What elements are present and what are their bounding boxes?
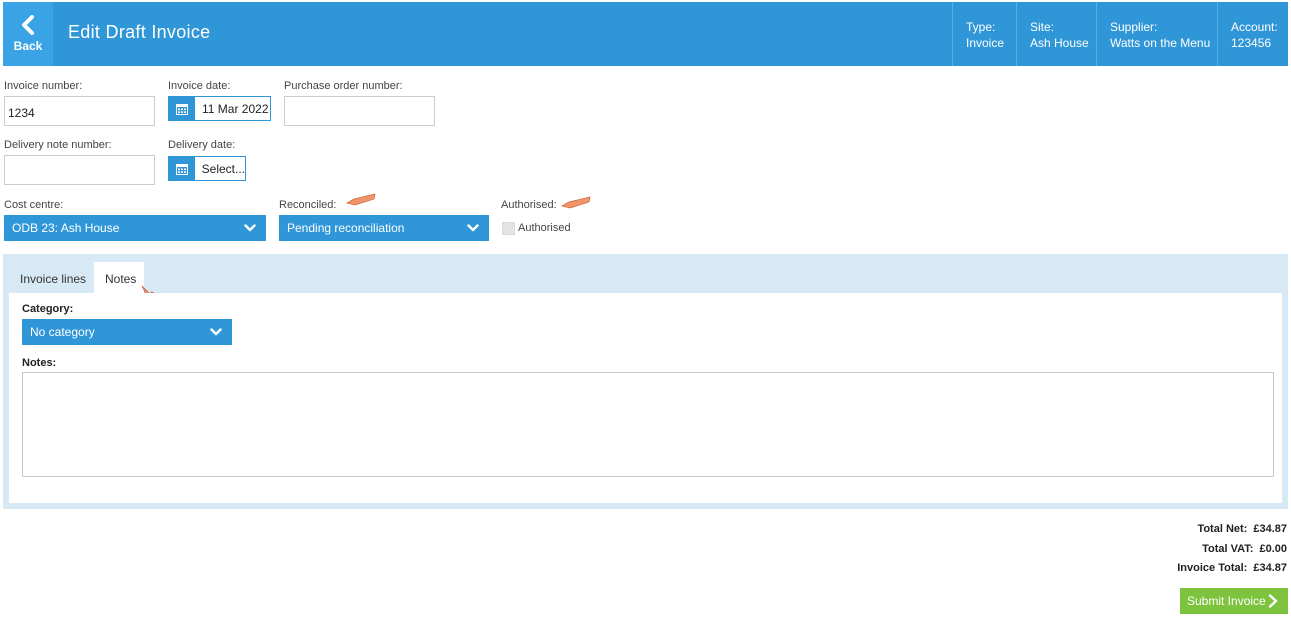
reconciled-select[interactable]: Pending reconciliation	[279, 215, 489, 241]
total-vat-value: £0.00	[1259, 543, 1287, 555]
chevron-down-icon	[244, 224, 256, 232]
info-account-value: 123456	[1231, 36, 1272, 50]
notes-tab-content: Category: No category Notes:	[9, 293, 1282, 503]
chevron-down-icon	[210, 328, 222, 336]
tab-panel: Invoice lines Notes Category: No categor…	[3, 254, 1288, 509]
total-net-label: Total Net:	[1197, 523, 1248, 535]
delivery-date-label: Delivery date:	[168, 139, 236, 151]
annotation-arrow-icon	[346, 193, 376, 206]
info-site-label: Site:	[1030, 20, 1055, 34]
po-number-field[interactable]	[284, 96, 435, 126]
submit-invoice-button[interactable]: Submit Invoice	[1180, 588, 1288, 614]
invoice-number-label: Invoice number:	[4, 80, 83, 92]
category-select[interactable]: No category	[22, 319, 232, 345]
info-site-value: Ash House	[1030, 36, 1089, 50]
invoice-total-value: £34.87	[1253, 562, 1287, 574]
notes-textarea[interactable]	[22, 372, 1274, 477]
authorised-label: Authorised:	[501, 199, 557, 211]
tab-notes[interactable]: Notes	[94, 262, 144, 294]
total-net-value: £34.87	[1253, 523, 1287, 535]
reconciled-label: Reconciled:	[279, 199, 337, 211]
info-supplier-value: Watts on the Menu	[1110, 36, 1211, 50]
total-net-row: Total Net: £34.87	[1197, 523, 1287, 535]
total-vat-label: Total VAT:	[1202, 543, 1254, 555]
info-account: Account: 123456	[1217, 2, 1288, 66]
authorised-checkbox[interactable]	[502, 222, 515, 235]
chevron-right-icon	[1268, 594, 1278, 608]
delivery-date-value: Select...	[201, 162, 245, 176]
reconciled-value: Pending reconciliation	[287, 221, 405, 235]
invoice-total-label: Invoice Total:	[1177, 562, 1248, 574]
delivery-date-field[interactable]: Select...	[168, 156, 246, 181]
info-supplier-label: Supplier:	[1110, 20, 1158, 34]
chevron-down-icon	[467, 224, 479, 232]
authorised-checkbox-label: Authorised	[518, 222, 571, 234]
back-label: Back	[13, 39, 43, 53]
invoice-date-label: Invoice date:	[168, 80, 231, 92]
invoice-number-field[interactable]: 1234	[4, 96, 155, 126]
info-account-label: Account:	[1231, 20, 1278, 34]
calendar-icon[interactable]	[169, 97, 195, 120]
delivery-note-label: Delivery note number:	[4, 139, 112, 151]
category-value: No category	[30, 325, 95, 339]
info-supplier: Supplier: Watts on the Menu	[1096, 2, 1217, 66]
info-type: Type: Invoice	[952, 2, 1016, 66]
back-button[interactable]: Back	[3, 2, 53, 66]
annotation-arrow-icon	[561, 196, 591, 209]
submit-invoice-label: Submit Invoice	[1187, 594, 1266, 608]
cost-centre-value: ODB 23: Ash House	[12, 221, 120, 235]
invoice-date-field[interactable]: 11 Mar 2022	[168, 96, 271, 121]
invoice-date-value: 11 Mar 2022	[202, 102, 269, 116]
notes-label: Notes:	[22, 357, 57, 369]
po-number-label: Purchase order number:	[284, 80, 403, 92]
info-type-label: Type:	[966, 20, 996, 34]
cost-centre-label: Cost centre:	[4, 199, 64, 211]
tab-invoice-lines[interactable]: Invoice lines	[9, 262, 97, 294]
category-label: Category:	[22, 303, 74, 315]
calendar-icon[interactable]	[169, 157, 195, 180]
delivery-note-field[interactable]	[4, 155, 155, 185]
info-type-value: Invoice	[966, 36, 1005, 50]
info-site: Site: Ash House	[1016, 2, 1096, 66]
chevron-left-icon	[22, 15, 34, 35]
cost-centre-select[interactable]: ODB 23: Ash House	[4, 215, 266, 241]
page-header: Back Edit Draft Invoice Type: Invoice Si…	[3, 2, 1288, 66]
total-vat-row: Total VAT: £0.00	[1202, 543, 1287, 555]
invoice-total-row: Invoice Total: £34.87	[1177, 562, 1287, 574]
page-title: Edit Draft Invoice	[68, 22, 211, 42]
